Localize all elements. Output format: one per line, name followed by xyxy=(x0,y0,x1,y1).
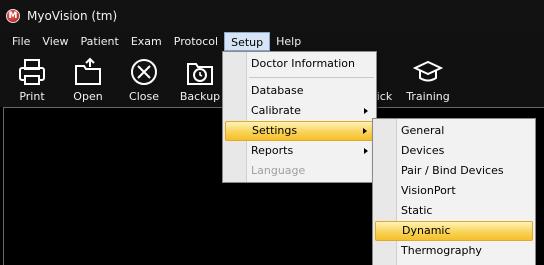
menu-reports-label: Reports xyxy=(251,144,294,157)
menu-database[interactable]: Database xyxy=(225,81,374,101)
folder-open-icon xyxy=(75,57,101,85)
training-button[interactable]: Training xyxy=(406,57,450,105)
close-circle-icon xyxy=(131,59,157,85)
backup-button[interactable]: Backup xyxy=(178,57,222,105)
menu-patient[interactable]: Patient xyxy=(75,32,125,51)
training-label: Training xyxy=(406,90,450,103)
menu-file[interactable]: File xyxy=(6,32,36,51)
submenu-visionport[interactable]: VisionPort xyxy=(375,181,533,201)
submenu-dynamic[interactable]: Dynamic xyxy=(375,221,533,241)
menu-reports[interactable]: Reports xyxy=(225,141,374,161)
settings-submenu: General Devices Pair / Bind Devices Visi… xyxy=(372,118,536,265)
menu-calibrate-label: Calibrate xyxy=(251,104,301,117)
menu-view[interactable]: View xyxy=(36,32,74,51)
close-button[interactable]: Close xyxy=(122,57,166,105)
menu-exam[interactable]: Exam xyxy=(125,32,168,51)
backup-label: Backup xyxy=(179,90,221,103)
print-button[interactable]: Print xyxy=(10,57,54,105)
menu-setup[interactable]: Setup xyxy=(224,32,271,51)
submenu-static[interactable]: Static xyxy=(375,201,533,221)
menu-calibrate[interactable]: Calibrate xyxy=(225,101,374,121)
app-logo-icon: M xyxy=(6,9,20,23)
menu-settings-label: Settings xyxy=(252,124,298,137)
submenu-pair-bind-devices[interactable]: Pair / Bind Devices xyxy=(375,161,533,181)
menu-doctor-information[interactable]: Doctor Information xyxy=(225,54,374,74)
submenu-arrow-icon xyxy=(364,108,368,114)
close-label: Close xyxy=(129,90,159,103)
printer-icon xyxy=(19,59,45,85)
open-label: Open xyxy=(73,90,103,103)
menu-help[interactable]: Help xyxy=(270,32,307,51)
menu-protocol[interactable]: Protocol xyxy=(168,32,224,51)
title-bar: M MyoVision (tm) xyxy=(0,0,544,32)
submenu-devices[interactable]: Devices xyxy=(375,141,533,161)
backup-folder-icon xyxy=(187,63,213,85)
submenu-arrow-icon xyxy=(364,148,368,154)
setup-menu: Doctor Information Database Calibrate Se… xyxy=(222,51,377,183)
menu-separator xyxy=(249,77,374,78)
menu-bar: File View Patient Exam Protocol Setup He… xyxy=(0,32,544,51)
menu-settings[interactable]: Settings xyxy=(225,121,374,141)
menu-language: Language xyxy=(251,164,306,177)
submenu-general[interactable]: General xyxy=(375,121,533,141)
window-title: MyoVision (tm) xyxy=(27,9,118,23)
open-button[interactable]: Open xyxy=(66,57,110,105)
print-label: Print xyxy=(19,90,45,103)
graduation-cap-icon xyxy=(413,60,443,82)
submenu-arrow-icon xyxy=(363,128,367,134)
submenu-thermography[interactable]: Thermography xyxy=(375,241,533,261)
